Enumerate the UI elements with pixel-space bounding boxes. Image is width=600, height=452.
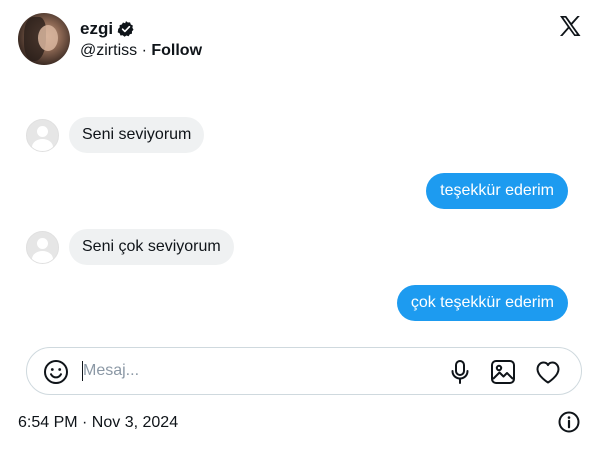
message-composer bbox=[26, 347, 582, 395]
info-icon[interactable] bbox=[558, 411, 580, 433]
x-logo-icon[interactable] bbox=[558, 14, 582, 38]
message-row-incoming: Seni seviyorum bbox=[26, 117, 205, 153]
image-icon[interactable] bbox=[490, 359, 516, 385]
handle-row: @zirtiss · Follow bbox=[80, 42, 202, 60]
separator-dot: · bbox=[141, 42, 147, 59]
message-bubble-incoming[interactable]: Seni seviyorum bbox=[69, 117, 205, 153]
user-identity: ezgi @zirtiss · Follow bbox=[80, 18, 202, 60]
sender-avatar[interactable] bbox=[26, 118, 59, 152]
message-bubble-outgoing[interactable]: çok teşekkür ederim bbox=[396, 285, 568, 321]
name-row: ezgi bbox=[80, 18, 202, 40]
message-bubble-incoming[interactable]: Seni çok seviyorum bbox=[69, 229, 234, 265]
display-name[interactable]: ezgi bbox=[80, 19, 113, 39]
tweet-header: ezgi @zirtiss · Follow bbox=[18, 12, 202, 66]
message-input[interactable] bbox=[83, 358, 423, 384]
microphone-icon[interactable] bbox=[448, 359, 472, 385]
timestamp[interactable]: 6:54 PM · Nov 3, 2024 bbox=[18, 414, 178, 432]
verified-badge-icon bbox=[117, 21, 134, 37]
heart-icon[interactable] bbox=[534, 359, 562, 385]
sender-avatar[interactable] bbox=[26, 230, 59, 264]
avatar-face bbox=[38, 25, 58, 51]
follow-button[interactable]: Follow bbox=[151, 42, 202, 59]
message-row-incoming: Seni çok seviyorum bbox=[26, 229, 234, 265]
emoji-icon[interactable] bbox=[43, 359, 69, 385]
profile-avatar[interactable] bbox=[18, 13, 70, 65]
user-handle[interactable]: @zirtiss bbox=[80, 42, 137, 59]
message-bubble-outgoing[interactable]: teşekkür ederim bbox=[426, 173, 568, 209]
